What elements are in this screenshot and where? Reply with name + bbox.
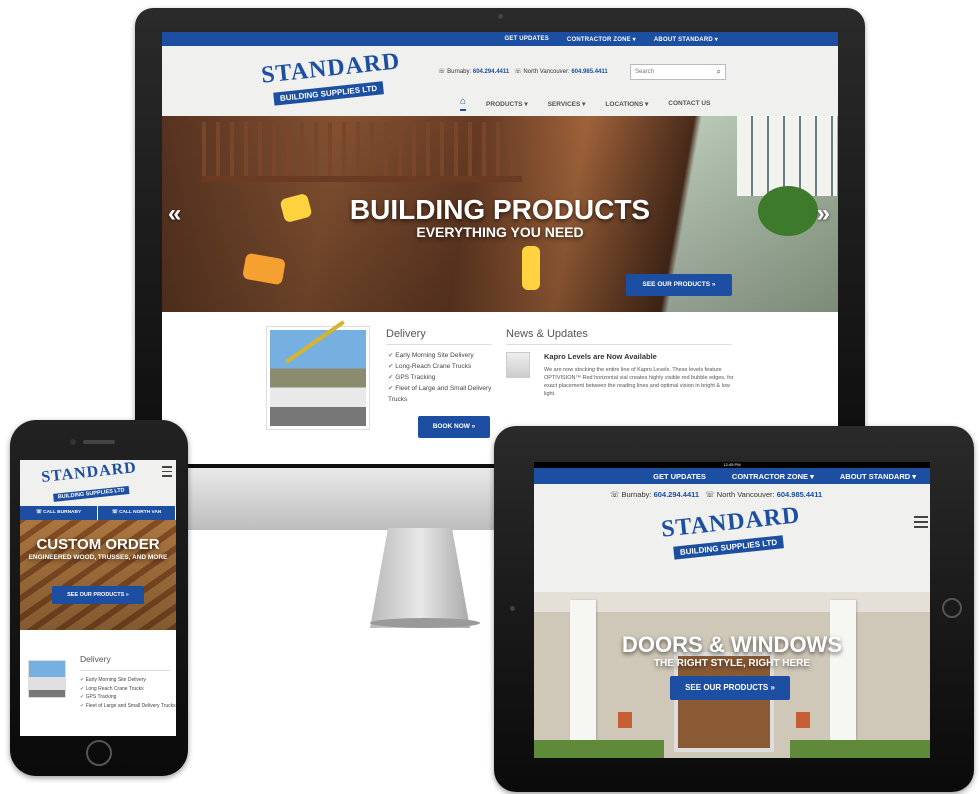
kapro-level-thumbnail[interactable] [506, 352, 530, 378]
french-door-image [737, 116, 837, 196]
about-standard-link[interactable]: ABOUT STANDARD ▾ [840, 472, 916, 481]
phone-content: Delivery Early Morning Site Delivery Lon… [20, 630, 176, 736]
hero-title: DOORS & WINDOWS [622, 632, 842, 657]
list-item: Early Morning Site Delivery [388, 350, 496, 361]
monitor-foot [370, 618, 480, 628]
chevron-left-icon[interactable]: « [168, 200, 181, 228]
news-heading: News & Updates [506, 328, 588, 340]
speaker-grille [83, 440, 115, 444]
tablet-top-bar: GET UPDATES CONTRACTOR ZONE ▾ ABOUT STAN… [534, 468, 930, 484]
desktop-header: STANDARD BUILDING SUPPLIES LTD ☏ Burnaby… [162, 46, 838, 116]
news-article-title[interactable]: Kapro Levels are Now Available [544, 352, 657, 361]
phone-screen: STANDARD BUILDING SUPPLIES LTD ☏ CALL BU… [20, 460, 176, 736]
see-our-products-button[interactable]: SEE OUR PRODUCTS » [626, 274, 732, 296]
site-logo[interactable]: STANDARD BUILDING SUPPLIES LTD [260, 48, 402, 107]
responsive-showcase: GET UPDATES CONTRACTOR ZONE ▾ ABOUT STAN… [0, 0, 980, 794]
porch-column [570, 600, 596, 740]
nav-products[interactable]: PRODUCTS ▾ [486, 100, 528, 108]
tablet-screen: 12:45 PM GET UPDATES CONTRACTOR ZONE ▾ A… [534, 462, 930, 758]
hero-subtitle: ENGINEERED WOOD, TRUSSES, AND MORE [28, 554, 168, 561]
home-button-icon [942, 598, 962, 618]
get-updates-link[interactable]: GET UPDATES [653, 472, 706, 481]
phone-header: STANDARD BUILDING SUPPLIES LTD [20, 460, 176, 506]
delivery-truck-photo [266, 326, 370, 430]
list-item: Fleet of Large and Small Delivery Trucks [388, 383, 496, 405]
delivery-truck-photo [28, 660, 66, 698]
desktop-top-bar: GET UPDATES CONTRACTOR ZONE ▾ ABOUT STAN… [162, 32, 838, 46]
call-north-van-button[interactable]: ☏ CALL NORTH VAN [98, 506, 176, 520]
porch-column [830, 600, 856, 740]
shrub-image [790, 740, 930, 758]
site-logo[interactable]: STANDARD BUILDING SUPPLIES LTD [40, 460, 139, 505]
nav-locations[interactable]: LOCATIONS ▾ [605, 100, 648, 108]
home-button-icon [86, 740, 112, 766]
search-input[interactable]: Search ⌕ [630, 64, 726, 80]
list-item: GPS Tracking [388, 372, 496, 383]
chevron-right-icon[interactable]: » [817, 200, 830, 228]
hero-carousel: BUILDING PRODUCTS EVERYTHING YOU NEED « … [162, 116, 838, 312]
divider [80, 670, 170, 671]
tablet-header: ☏ Burnaby: 604.294.4411 ☏ North Vancouve… [534, 484, 930, 592]
delivery-heading: Delivery [386, 328, 426, 340]
list-item: Early Morning Site Delivery [80, 676, 176, 685]
site-logo[interactable]: STANDARD BUILDING SUPPLIES LTD [660, 502, 802, 561]
shrub-image [534, 740, 664, 758]
deck-railing-image [202, 122, 522, 182]
north-van-phone-link[interactable]: 604.985.4411 [571, 69, 607, 75]
news-article-body: We are now stocking the entire line of K… [544, 367, 734, 397]
phone-hero: CUSTOM ORDER ENGINEERED WOOD, TRUSSES, A… [20, 520, 176, 630]
tablet-hero: DOORS & WINDOWS THE RIGHT STYLE, RIGHT H… [534, 592, 930, 758]
cushion-image [242, 252, 286, 286]
list-item: Long Reach Crane Trucks [80, 685, 176, 694]
call-burnaby-button[interactable]: ☏ CALL BURNABY [20, 506, 98, 520]
cushion-image [522, 246, 540, 290]
delivery-list: Early Morning Site Delivery Long-Reach C… [388, 350, 496, 405]
nav-contact-us[interactable]: CONTACT US [668, 100, 710, 107]
menu-icon[interactable] [914, 516, 928, 528]
camera-icon [498, 14, 503, 19]
hero-title: CUSTOM ORDER [36, 536, 160, 553]
home-icon[interactable]: ⌂ [460, 96, 467, 111]
menu-icon[interactable] [162, 466, 172, 477]
planter-image [796, 712, 810, 728]
contractor-zone-link[interactable]: CONTRACTOR ZONE ▾ [567, 36, 636, 43]
divider [386, 344, 492, 345]
burnaby-phone-link[interactable]: 604.294.4411 [473, 69, 509, 75]
delivery-list: Early Morning Site Delivery Long Reach C… [80, 676, 176, 710]
hero-subtitle: EVERYTHING YOU NEED [416, 224, 584, 240]
see-our-products-button[interactable]: SEE OUR PRODUCTS » [670, 676, 790, 700]
phone-numbers: ☏ Burnaby: 604.294.4411 ☏ North Vancouve… [610, 490, 823, 499]
get-updates-link[interactable]: GET UPDATES [504, 36, 548, 42]
search-icon[interactable]: ⌕ [717, 67, 721, 77]
about-standard-link[interactable]: ABOUT STANDARD ▾ [654, 36, 718, 43]
planter-image [618, 712, 632, 728]
hero-subtitle: THE RIGHT STYLE, RIGHT HERE [653, 658, 811, 669]
list-item: Long-Reach Crane Trucks [388, 361, 496, 372]
phone-numbers: ☏ Burnaby: 604.294.4411 ☏ North Vancouve… [438, 69, 608, 75]
north-van-phone-link[interactable]: 604.985.4411 [777, 490, 822, 499]
list-item: GPS Tracking [80, 693, 176, 702]
camera-icon [510, 606, 515, 611]
divider [506, 344, 732, 345]
book-now-button[interactable]: BOOK NOW » [418, 416, 490, 438]
hero-title: BUILDING PRODUCTS [349, 194, 651, 225]
delivery-heading: Delivery [80, 654, 111, 664]
contractor-zone-link[interactable]: CONTRACTOR ZONE ▾ [732, 472, 814, 481]
list-item: Fleet of Large and Small Delivery Trucks [80, 702, 176, 711]
camera-icon [70, 439, 76, 445]
burnaby-phone-link[interactable]: 604.294.4411 [654, 490, 699, 499]
monitor-stand [370, 528, 470, 628]
see-our-products-button[interactable]: SEE OUR PRODUCTS » [52, 586, 144, 604]
call-bar: ☏ CALL BURNABY ☏ CALL NORTH VAN [20, 506, 176, 520]
desktop-screen: GET UPDATES CONTRACTOR ZONE ▾ ABOUT STAN… [162, 32, 838, 464]
main-nav: ⌂ PRODUCTS ▾ SERVICES ▾ LOCATIONS ▾ CONT… [460, 96, 710, 111]
nav-services[interactable]: SERVICES ▾ [548, 100, 586, 108]
